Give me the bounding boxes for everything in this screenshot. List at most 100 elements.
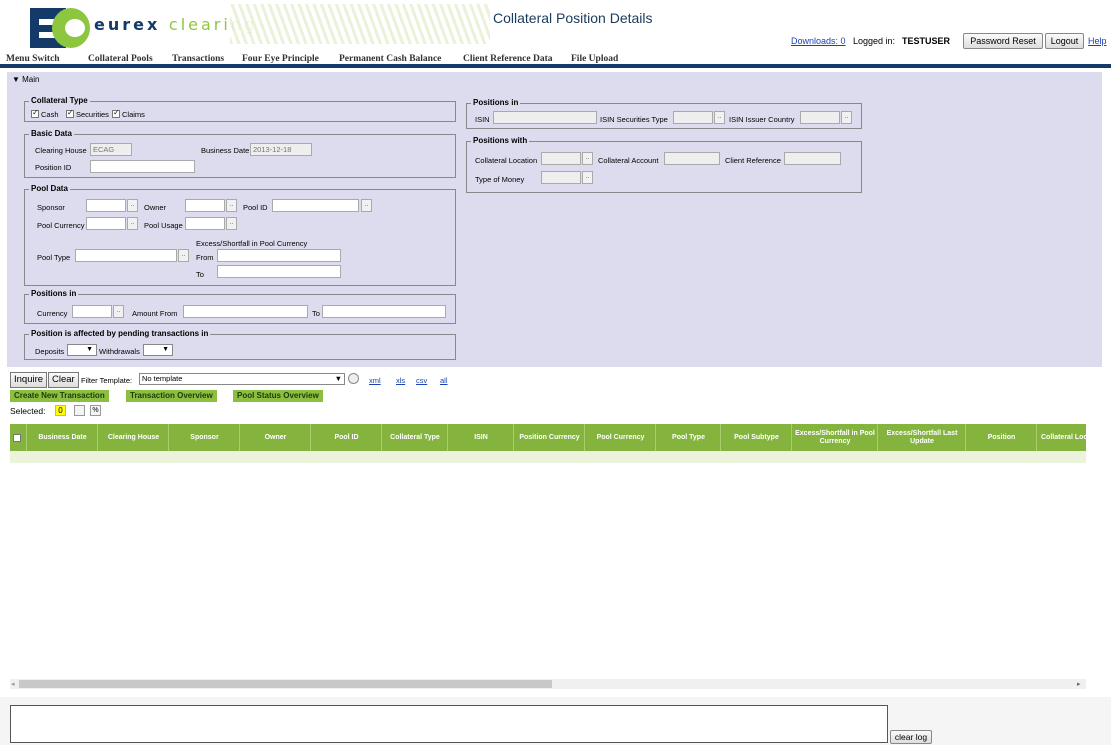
sponsor-field[interactable] xyxy=(86,199,126,212)
clear-button[interactable]: Clear xyxy=(48,372,79,388)
col-pool-id[interactable]: Pool ID xyxy=(312,424,382,451)
export-xls-link[interactable]: xls xyxy=(396,376,405,385)
col-owner[interactable]: Owner xyxy=(241,424,311,451)
currency-label: Currency xyxy=(37,309,68,318)
clearing-house-label: Clearing House xyxy=(35,146,87,155)
pool-data-legend: Pool Data xyxy=(29,184,70,193)
menu-file-upload[interactable]: File Upload xyxy=(571,54,618,64)
dropdown-arrow-icon: ▼ xyxy=(334,374,342,383)
clear-log-button[interactable]: clear log xyxy=(890,730,932,744)
create-new-transaction-button[interactable]: Create New Transaction xyxy=(10,390,109,402)
menu-transactions[interactable]: Transactions xyxy=(172,54,224,64)
amount-from-field[interactable] xyxy=(183,305,308,318)
logout-button[interactable]: Logout xyxy=(1045,33,1084,49)
pool-id-lookup-button[interactable]: .. xyxy=(361,199,372,212)
pool-usage-lookup-button[interactable]: .. xyxy=(226,217,237,230)
col-excess-shortfall-last-update[interactable]: Excess/Shortfall Last Update xyxy=(879,424,966,451)
pool-type-label: Pool Type xyxy=(37,253,71,262)
menu-switch[interactable]: Menu Switch xyxy=(6,54,60,64)
transaction-overview-button[interactable]: Transaction Overview xyxy=(126,390,217,402)
downloads-link[interactable]: Downloads: 0 xyxy=(791,36,846,46)
scroll-right-icon[interactable]: ▸ xyxy=(1077,680,1081,688)
amount-to-label: To xyxy=(312,309,320,318)
menu-collateral-pools[interactable]: Collateral Pools xyxy=(88,54,153,64)
basic-data-group: Basic Data Clearing House Business Date … xyxy=(24,129,456,178)
owner-field[interactable] xyxy=(185,199,225,212)
col-isin[interactable]: ISIN xyxy=(449,424,514,451)
pool-type-lookup-button[interactable]: .. xyxy=(178,249,189,262)
col-position-currency[interactable]: Position Currency xyxy=(515,424,585,451)
client-reference-label: Client Reference xyxy=(725,156,781,165)
excess-to-field[interactable] xyxy=(217,265,341,278)
pool-currency-field[interactable] xyxy=(86,217,126,230)
position-id-field[interactable] xyxy=(90,160,195,173)
collateral-location-field[interactable] xyxy=(541,152,581,165)
withdrawals-select[interactable]: ▼ xyxy=(143,344,173,356)
collateral-location-lookup-button[interactable]: .. xyxy=(582,152,593,165)
pool-id-field[interactable] xyxy=(272,199,359,212)
claims-checkbox[interactable]: Claims xyxy=(112,108,145,119)
selected-count: 0 xyxy=(55,405,66,416)
type-of-money-field[interactable] xyxy=(541,171,581,184)
currency-field[interactable] xyxy=(72,305,112,318)
sponsor-lookup-button[interactable]: .. xyxy=(127,199,138,212)
col-business-date[interactable]: Business Date xyxy=(28,424,98,451)
filter-settings-icon[interactable] xyxy=(348,373,359,384)
isin-country-lookup-button[interactable]: .. xyxy=(841,111,852,124)
menu-client-reference-data[interactable]: Client Reference Data xyxy=(463,54,553,64)
amount-to-field[interactable] xyxy=(322,305,446,318)
filter-template-select[interactable]: No template ▼ xyxy=(139,373,345,385)
col-collateral-location[interactable]: Collateral Location xyxy=(1038,424,1086,451)
scroll-left-icon[interactable]: ◂ xyxy=(11,680,15,688)
positions-with-group: Positions with Collateral Location .. Co… xyxy=(466,136,862,193)
logo-c xyxy=(52,8,90,48)
pool-currency-lookup-button[interactable]: .. xyxy=(127,217,138,230)
pool-status-overview-button[interactable]: Pool Status Overview xyxy=(233,390,323,402)
col-pool-currency[interactable]: Pool Currency xyxy=(586,424,656,451)
position-id-label: Position ID xyxy=(35,163,72,172)
deposits-select[interactable]: ▼ xyxy=(67,344,97,356)
pool-usage-field[interactable] xyxy=(185,217,225,230)
collateral-account-field[interactable] xyxy=(664,152,720,165)
export-xml-link[interactable]: xml xyxy=(369,376,381,385)
currency-lookup-button[interactable]: .. xyxy=(113,305,124,318)
col-pool-subtype[interactable]: Pool Subtype xyxy=(722,424,792,451)
col-sponsor[interactable]: Sponsor xyxy=(170,424,240,451)
business-date-field[interactable] xyxy=(250,143,312,156)
col-pool-type[interactable]: Pool Type xyxy=(657,424,721,451)
menu-permanent-cash-balance[interactable]: Permanent Cash Balance xyxy=(339,54,441,64)
isin-type-field[interactable] xyxy=(673,111,713,124)
calendar-icon[interactable] xyxy=(74,405,85,416)
percent-icon[interactable]: % xyxy=(90,405,101,416)
clearing-house-field[interactable] xyxy=(90,143,132,156)
col-excess-shortfall[interactable]: Excess/Shortfall in Pool Currency xyxy=(793,424,878,451)
inquire-button[interactable]: Inquire xyxy=(10,372,48,388)
pool-currency-label: Pool Currency xyxy=(37,221,85,230)
col-clearing-house[interactable]: Clearing House xyxy=(99,424,169,451)
isin-field[interactable] xyxy=(493,111,597,124)
select-all-column[interactable] xyxy=(10,424,27,451)
owner-label: Owner xyxy=(144,203,167,212)
col-position[interactable]: Position xyxy=(967,424,1037,451)
type-of-money-lookup-button[interactable]: .. xyxy=(582,171,593,184)
col-collateral-type[interactable]: Collateral Type xyxy=(383,424,448,451)
excess-from-field[interactable] xyxy=(217,249,341,262)
table-row xyxy=(10,451,1086,463)
main-toggle[interactable]: ▼ Main xyxy=(12,75,39,84)
help-link[interactable]: Help xyxy=(1088,36,1107,46)
isin-country-label: ISIN Issuer Country xyxy=(729,115,795,124)
deposits-label: Deposits xyxy=(35,347,65,356)
cash-checkbox[interactable]: Cash xyxy=(31,108,59,119)
isin-type-lookup-button[interactable]: .. xyxy=(714,111,725,124)
pool-type-field[interactable] xyxy=(75,249,177,262)
business-date-label: Business Date xyxy=(201,146,250,155)
owner-lookup-button[interactable]: .. xyxy=(226,199,237,212)
client-reference-field[interactable] xyxy=(784,152,841,165)
isin-country-field[interactable] xyxy=(800,111,840,124)
export-all-link[interactable]: all xyxy=(440,376,448,385)
securities-checkbox[interactable]: Securities xyxy=(66,108,109,119)
export-csv-link[interactable]: csv xyxy=(416,376,427,385)
scrollbar-thumb[interactable] xyxy=(19,680,552,688)
password-reset-button[interactable]: Password Reset xyxy=(963,33,1043,49)
menu-four-eye-principle[interactable]: Four Eye Principle xyxy=(242,54,319,64)
